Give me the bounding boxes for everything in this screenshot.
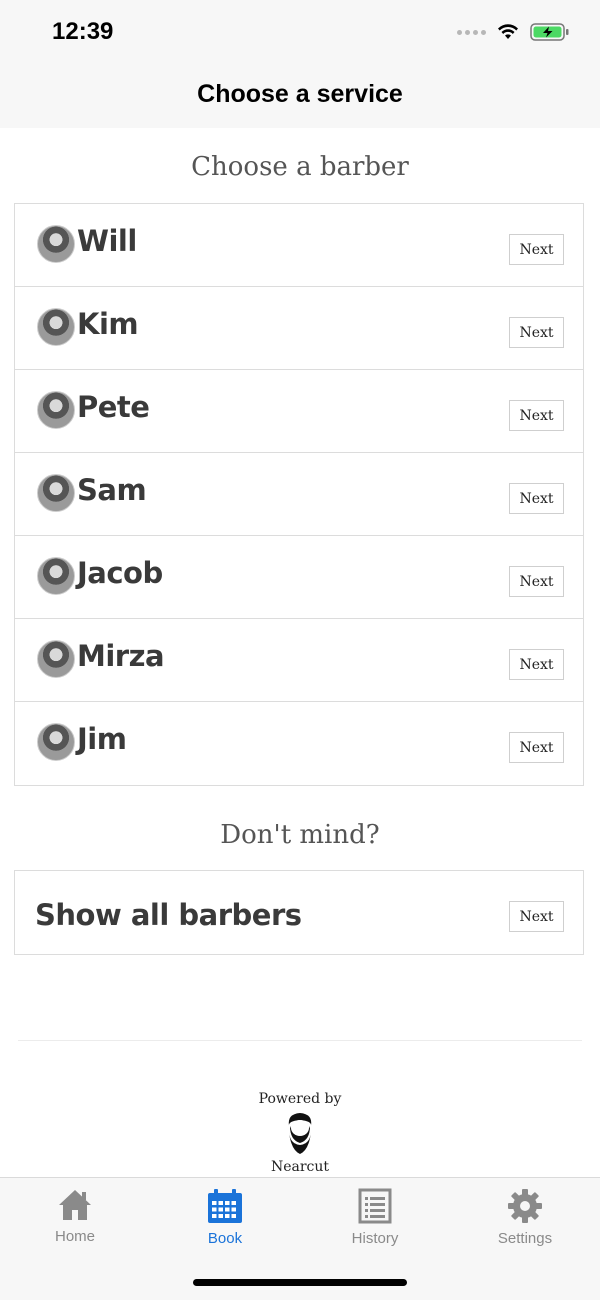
barber-name: Pete [77,390,150,424]
tab-label: History [351,1230,399,1247]
powered-by-text: Powered by [258,1091,342,1107]
avatar [37,640,75,678]
barber-row-sam[interactable]: Sam Next [15,453,583,536]
barber-row-mirza[interactable]: Mirza Next [15,619,583,702]
section-title-barbers: Choose a barber [191,152,409,182]
next-button[interactable]: Next [509,483,564,514]
navigation-bar: Choose a service [0,60,600,128]
signal-icon [457,29,486,35]
tab-home[interactable]: Home [0,1188,150,1245]
document-icon [358,1188,392,1224]
barber-row-jim[interactable]: Jim Next [15,702,583,785]
gear-icon [508,1189,542,1223]
status-time: 12:39 [52,18,114,45]
barber-row-jacob[interactable]: Jacob Next [15,536,583,619]
next-button[interactable]: Next [509,566,564,597]
barber-name: Will [77,224,137,258]
status-bar: 12:39 [0,0,600,60]
calendar-icon [208,1189,242,1223]
avatar [37,225,75,263]
tab-settings[interactable]: Settings [450,1188,600,1247]
avatar [37,308,75,346]
divider [18,1040,582,1041]
next-button[interactable]: Next [509,234,564,265]
battery-icon [530,23,569,41]
home-indicator[interactable] [193,1279,407,1286]
tab-label: Settings [497,1230,553,1247]
next-button[interactable]: Next [509,317,564,348]
avatar [37,557,75,595]
status-icons [457,22,570,42]
barber-row-kim[interactable]: Kim Next [15,287,583,370]
barber-name: Jim [77,722,127,756]
barber-name: Mirza [77,639,165,673]
page-title: Choose a service [197,79,403,108]
barber-row-pete[interactable]: Pete Next [15,370,583,453]
barber-row-will[interactable]: Will Next [15,204,583,287]
next-button[interactable]: Next [509,901,564,932]
show-all-label: Show all barbers [35,898,302,932]
next-button[interactable]: Next [509,649,564,680]
avatar [37,391,75,429]
barber-name: Kim [77,307,139,341]
barber-name: Jacob [77,556,163,590]
tab-label: Home [54,1228,95,1245]
show-all-list: Show all barbers Next [14,870,584,955]
show-all-row[interactable]: Show all barbers Next [15,871,583,954]
home-icon [59,1190,91,1220]
next-button[interactable]: Next [509,400,564,431]
tab-book[interactable]: Book [150,1188,300,1247]
tab-history[interactable]: History [300,1188,450,1247]
section-title-any: Don't mind? [220,820,380,850]
brand-name: Nearcut [270,1159,330,1175]
barber-name: Sam [77,473,147,507]
wifi-icon [498,24,518,39]
nearcut-logo-icon [288,1113,312,1154]
barber-list: Will Next Kim Next Pete Next Sam Next Ja… [14,203,584,786]
tab-label: Book [207,1230,243,1247]
avatar [37,474,75,512]
next-button[interactable]: Next [509,732,564,763]
avatar [37,723,75,761]
